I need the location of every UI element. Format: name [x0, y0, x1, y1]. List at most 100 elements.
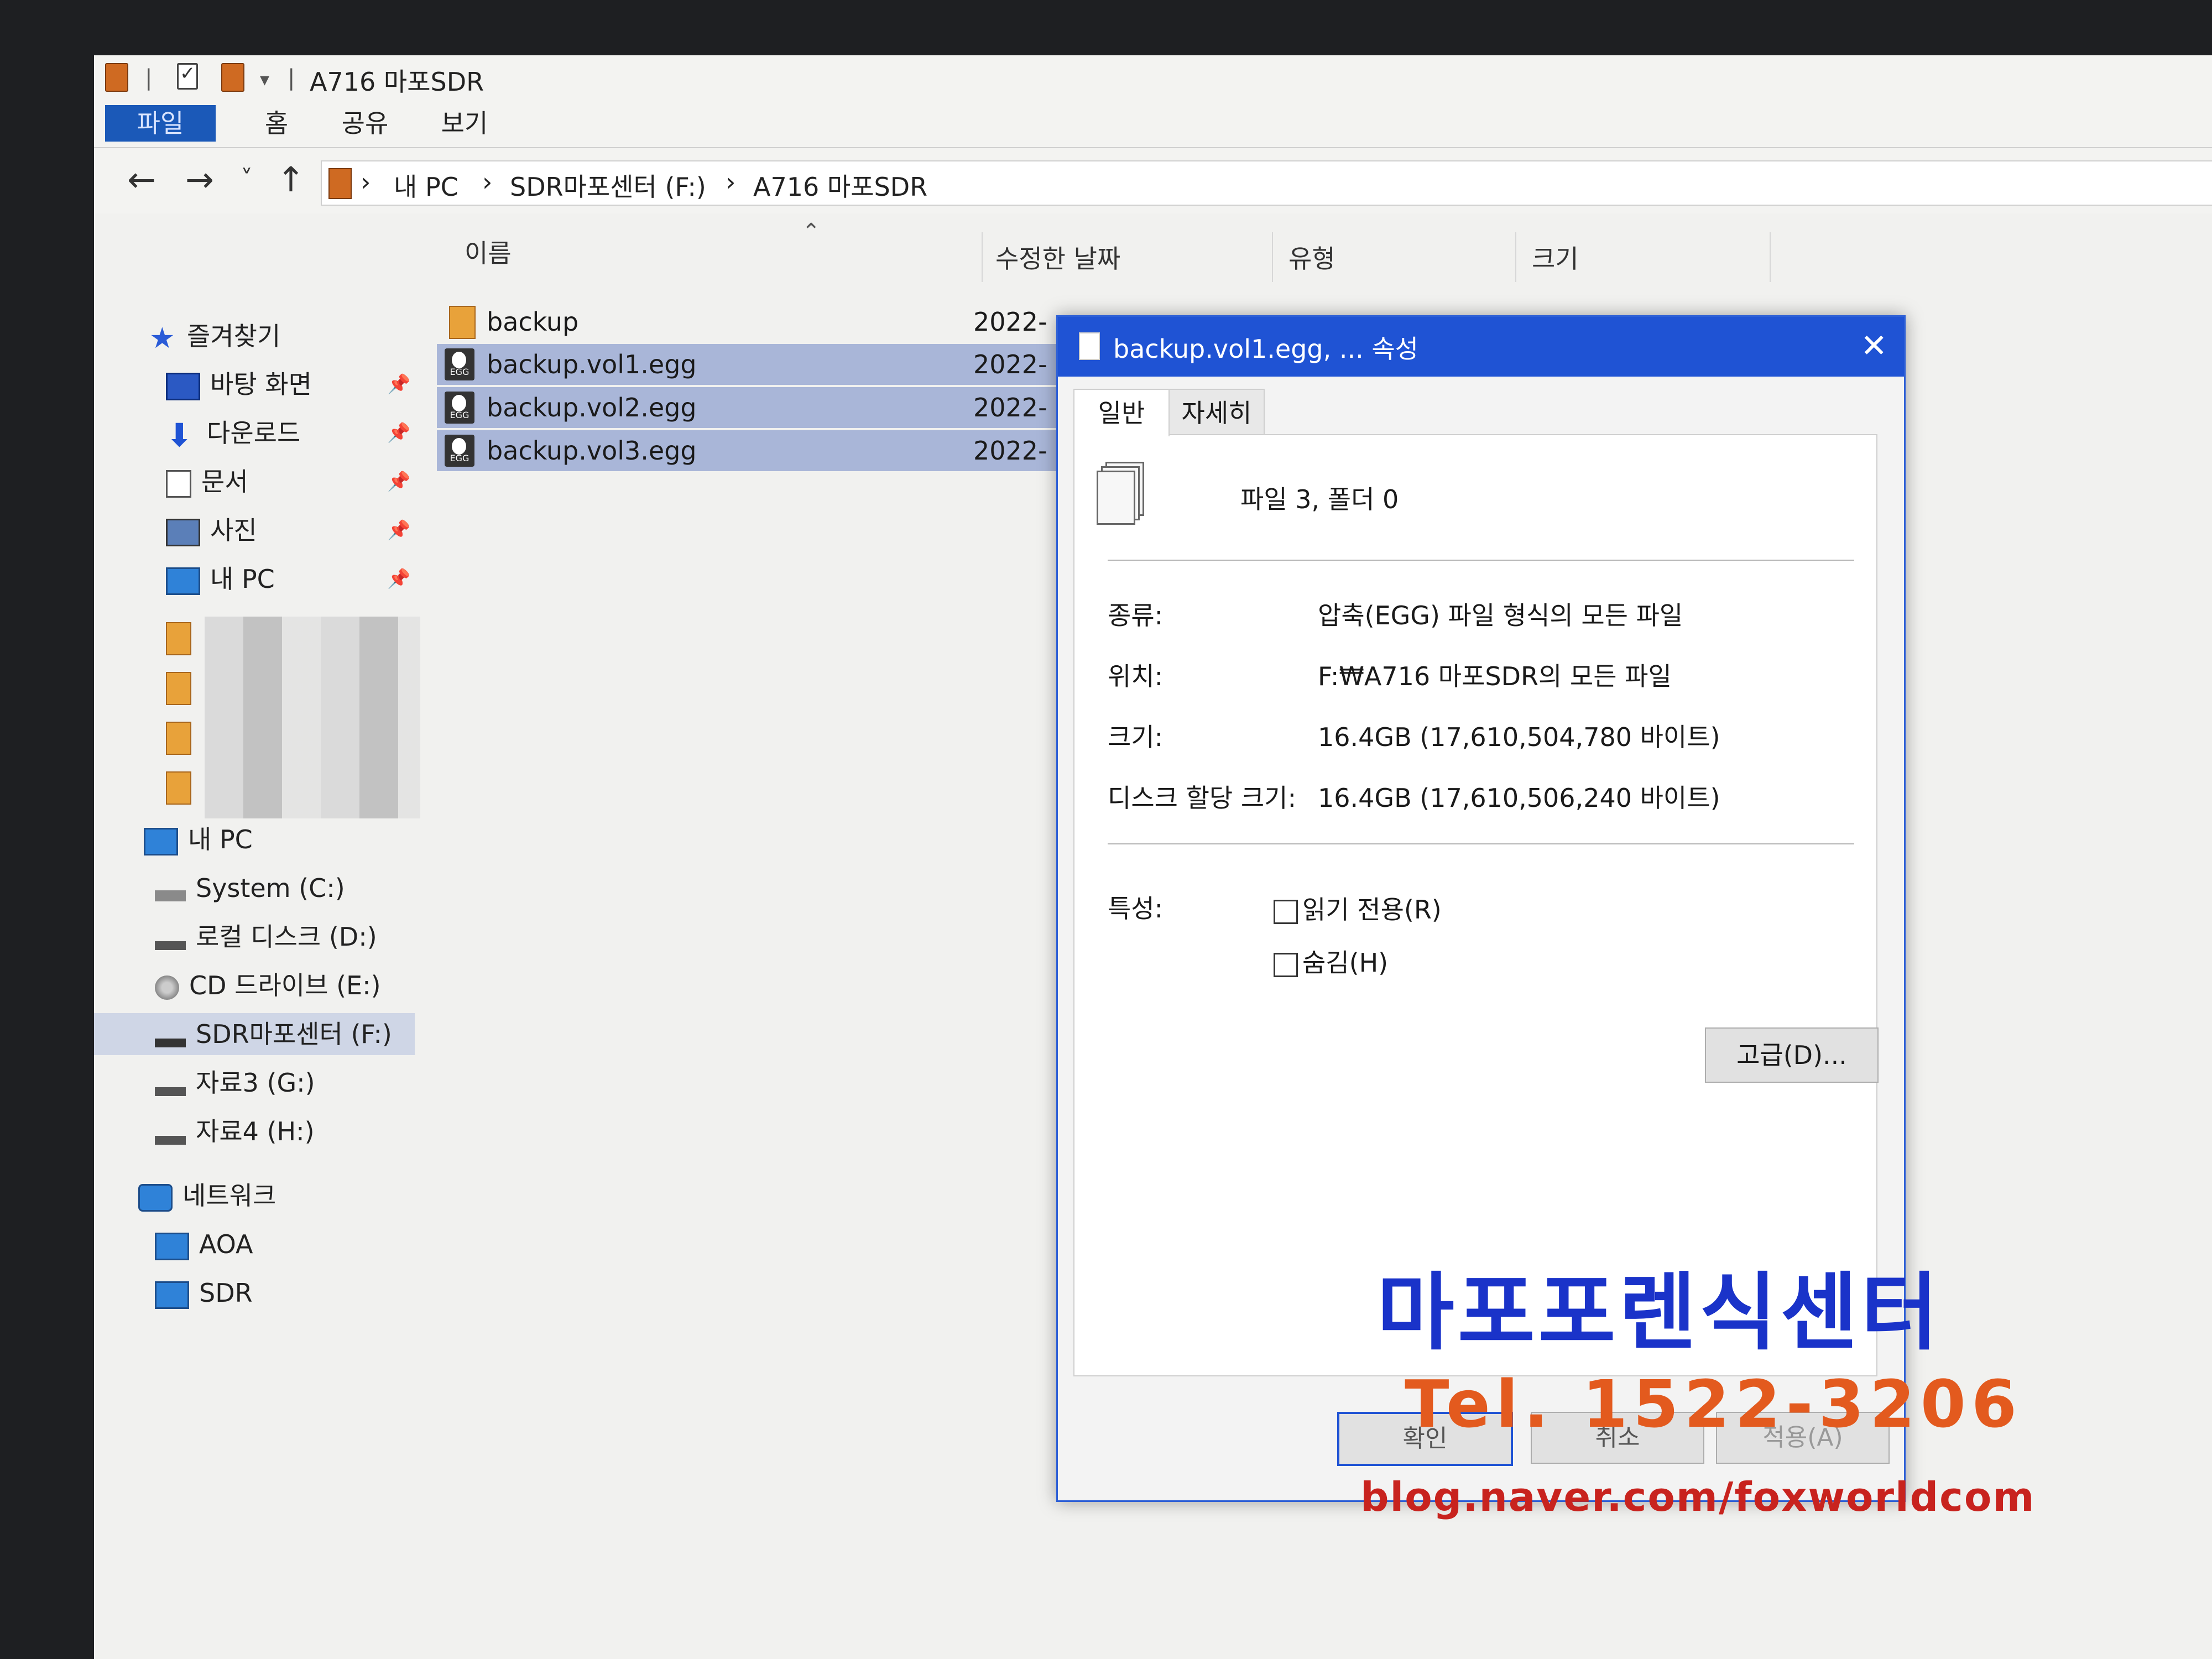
tab-general[interactable]: 일반	[1073, 389, 1170, 436]
checkbox-box[interactable]	[1274, 899, 1298, 924]
divider	[1108, 560, 1854, 561]
column-divider[interactable]	[982, 232, 983, 282]
new-folder-icon[interactable]	[221, 63, 244, 92]
navigation-pane: ★ 즐겨찾기 바탕 화면 📌 ⬇ 다운로드 📌 문서 📌 사진 📌 내 PC 📌 내…	[94, 221, 420, 1659]
sidebar-item-label: 내 PC	[188, 825, 253, 854]
sidebar-item-pictures[interactable]: 사진	[166, 509, 257, 551]
dialog-title: backup.vol1.egg, ... 속성	[1113, 334, 1418, 364]
file-name: backup.vol3.egg	[487, 436, 697, 466]
sidebar-item-desktop[interactable]: 바탕 화면	[166, 363, 312, 405]
advanced-button[interactable]: 고급(D)...	[1705, 1027, 1879, 1083]
sidebar-item-label: 다운로드	[207, 418, 301, 448]
file-date: 2022-	[973, 307, 1047, 337]
dialog-title-bar[interactable]: backup.vol1.egg, ... 속성 ✕	[1058, 317, 1904, 377]
sidebar-item-drive-g[interactable]: 자료3 (G:)	[155, 1062, 315, 1104]
file-row-vol3[interactable]: EGG backup.vol3.egg 2022-	[437, 430, 1056, 471]
file-name: backup.vol2.egg	[487, 393, 697, 422]
drive-icon	[155, 1135, 186, 1145]
multiple-files-icon	[1097, 462, 1144, 525]
up-button[interactable]: ↑	[276, 159, 305, 200]
sidebar-item-label: 자료3 (G:)	[196, 1068, 315, 1098]
tab-file[interactable]: 파일	[105, 105, 216, 142]
type-label: 종류:	[1108, 601, 1164, 630]
sidebar-item-label: 문서	[201, 467, 248, 497]
sidebar-item-drive-c[interactable]: System (C:)	[155, 867, 345, 909]
folder-icon	[449, 306, 476, 339]
watermark-phone: Tel. 1522-3206	[1405, 1366, 2023, 1442]
tab-view[interactable]: 보기	[426, 105, 503, 142]
size-on-disk-label: 디스크 할당 크기:	[1108, 783, 1296, 813]
drive-icon	[155, 1038, 186, 1047]
sidebar-item-drive-e[interactable]: CD 드라이브 (E:)	[155, 964, 381, 1006]
readonly-checkbox[interactable]: 읽기 전용(R)	[1274, 890, 1442, 926]
folder-icon[interactable]	[166, 622, 191, 655]
star-icon: ★	[149, 321, 175, 355]
properties-icon[interactable]	[177, 62, 198, 90]
pin-icon: 📌	[387, 373, 411, 395]
file-row-backup-folder[interactable]: backup 2022-	[437, 301, 1056, 342]
column-header-name[interactable]: 이름	[465, 233, 512, 270]
sidebar-item-this-pc-pinned[interactable]: 내 PC	[166, 558, 275, 600]
sidebar-item-network-aoa[interactable]: AOA	[155, 1223, 253, 1265]
recent-locations-button[interactable]: ˅	[241, 165, 253, 193]
breadcrumb-current-folder[interactable]: A716 마포SDR	[753, 167, 927, 204]
folder-icon	[328, 168, 352, 199]
pin-icon: 📌	[387, 568, 411, 590]
tab-details[interactable]: 자세히	[1168, 389, 1265, 437]
sidebar-item-drive-d[interactable]: 로컬 디스크 (D:)	[155, 916, 377, 958]
customize-toolbar-icon[interactable]: ▾	[260, 69, 269, 91]
desktop-icon	[166, 372, 200, 400]
separator: |	[145, 65, 153, 91]
file-row-vol1[interactable]: EGG backup.vol1.egg 2022-	[437, 344, 1056, 385]
breadcrumb-this-pc[interactable]: 내 PC	[394, 167, 458, 204]
computer-icon	[144, 827, 178, 855]
window-title: A716 마포SDR	[310, 67, 484, 97]
folder-icon[interactable]	[166, 771, 191, 805]
sidebar-item-drive-h[interactable]: 자료4 (H:)	[155, 1110, 315, 1152]
column-divider[interactable]	[1515, 232, 1516, 282]
back-button[interactable]: ←	[127, 159, 156, 200]
file-name: backup	[487, 307, 579, 337]
address-bar[interactable]: › 내 PC › SDR마포센터 (F:) › A716 마포SDR	[321, 160, 2212, 206]
forward-button[interactable]: →	[185, 159, 214, 200]
sidebar-item-label: System (C:)	[196, 873, 345, 903]
selection-summary: 파일 3, 폴더 0	[1240, 484, 1399, 514]
sidebar-item-label: 자료4 (H:)	[196, 1117, 315, 1146]
breadcrumb-separator: ›	[361, 167, 371, 197]
sidebar-item-label: CD 드라이브 (E:)	[189, 971, 381, 1000]
sidebar-item-network[interactable]: 네트워크	[138, 1175, 276, 1217]
column-divider[interactable]	[1272, 232, 1273, 282]
title-bar: | ▾ | A716 마포SDR	[94, 55, 2212, 100]
breadcrumb-drive-f[interactable]: SDR마포센터 (F:)	[510, 167, 706, 204]
sidebar-item-drive-f[interactable]: SDR마포센터 (F:)	[94, 1013, 415, 1055]
sidebar-item-documents[interactable]: 문서	[166, 461, 248, 503]
sidebar-item-label: SDR마포센터 (F:)	[196, 1019, 392, 1049]
watermark-name: 마포포렌식센터	[1377, 1264, 1942, 1361]
network-icon	[138, 1183, 173, 1212]
checkbox-box[interactable]	[1274, 952, 1298, 977]
sidebar-item-downloads[interactable]: ⬇ 다운로드	[166, 412, 300, 454]
column-header-type[interactable]: 유형	[1288, 239, 1335, 275]
breadcrumb-separator: ›	[482, 167, 493, 197]
tab-home[interactable]: 홈	[243, 105, 310, 142]
pin-icon: 📌	[387, 471, 411, 493]
column-header-size[interactable]: 크기	[1532, 239, 1579, 275]
sidebar-item-this-pc[interactable]: 내 PC	[144, 818, 253, 860]
sidebar-item-quick-access[interactable]: ★ 즐겨찾기	[149, 315, 280, 357]
column-divider[interactable]	[1770, 232, 1771, 282]
divider	[1108, 843, 1854, 844]
sidebar-item-label: 로컬 디스크 (D:)	[196, 922, 377, 952]
column-header-date[interactable]: 수정한 날짜	[995, 239, 1120, 275]
folder-icon[interactable]	[166, 672, 191, 705]
close-icon[interactable]: ✕	[1860, 327, 1887, 364]
hidden-checkbox[interactable]: 숨김(H)	[1274, 943, 1388, 979]
sidebar-item-network-sdr[interactable]: SDR	[155, 1272, 253, 1314]
sort-ascending-icon: ⌃	[802, 219, 821, 244]
drive-icon	[155, 1087, 186, 1096]
computer-icon	[155, 1232, 189, 1260]
watermark-blog: blog.naver.com/foxworldcom	[1360, 1474, 2036, 1520]
file-row-vol2[interactable]: EGG backup.vol2.egg 2022-	[437, 387, 1056, 428]
tab-share[interactable]: 공유	[326, 105, 404, 142]
file-name: backup.vol1.egg	[487, 349, 697, 379]
folder-icon[interactable]	[166, 722, 191, 755]
